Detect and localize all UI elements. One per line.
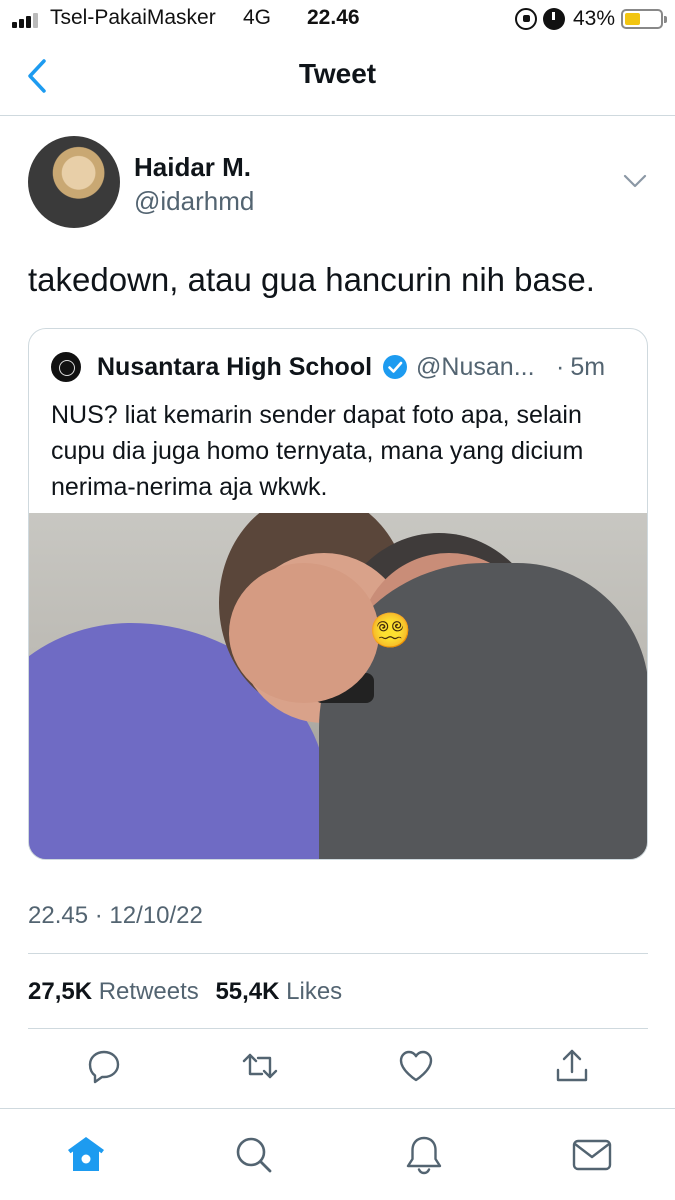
author-handle[interactable]: @idarhmd <box>134 186 254 217</box>
signal-strength-icon <box>12 12 42 28</box>
messages-icon <box>572 1139 612 1171</box>
chevron-down-icon <box>623 174 647 188</box>
alarm-icon <box>542 8 565 30</box>
share-button[interactable] <box>552 1046 592 1086</box>
reply-button[interactable] <box>84 1046 124 1086</box>
likes-label[interactable]: Likes <box>286 978 342 1005</box>
tweet-author: Haidar M. @idarhmd <box>28 136 648 230</box>
divider <box>28 1028 648 1029</box>
quoted-tweet-card[interactable]: Nusantara High School @Nusan... · 5m NUS… <box>28 328 648 860</box>
tab-messages[interactable] <box>570 1133 614 1177</box>
author-display-name[interactable]: Haidar M. <box>134 152 251 183</box>
quoted-tweet-text: NUS? liat kemarin sender dapat foto apa,… <box>51 401 584 501</box>
tweet-text: takedown, atau gua hancurin nih base. <box>28 261 595 298</box>
author-avatar[interactable] <box>28 136 120 228</box>
share-icon <box>556 1049 588 1082</box>
page-title: Tweet <box>298 58 377 89</box>
quoted-tweet-image[interactable]: 😵‍💫 <box>29 513 647 859</box>
tweet-stats: 27,5K Retweets 55,4K Likes <box>28 978 342 1006</box>
like-button[interactable] <box>396 1046 436 1086</box>
like-icon <box>399 1050 433 1082</box>
rotation-lock-icon <box>514 8 537 30</box>
network-type: 4G <box>243 6 272 29</box>
likes-count[interactable]: 55,4K <box>215 978 279 1005</box>
status-bar: Tsel-PakaiMasker 4G 22.46 43% <box>0 0 675 38</box>
quoted-author-avatar <box>51 352 81 382</box>
more-options-button[interactable] <box>622 168 648 194</box>
quoted-time: 5m <box>570 352 606 381</box>
navigation-header: Tweet <box>0 38 675 116</box>
retweets-count[interactable]: 27,5K <box>28 978 92 1005</box>
notifications-icon <box>406 1136 442 1175</box>
divider <box>28 953 648 954</box>
retweets-label[interactable]: Retweets <box>99 978 199 1005</box>
dizzy-face-emoji: 😵‍💫 <box>369 612 412 650</box>
tweet-actions <box>0 1046 675 1092</box>
home-icon <box>68 1137 104 1171</box>
battery-level <box>625 13 640 25</box>
quoted-author-name: Nusantara High School <box>97 352 373 381</box>
battery-icon <box>621 9 667 29</box>
quoted-tweet-header: Nusantara High School @Nusan... · 5m <box>51 351 629 383</box>
tab-notifications[interactable] <box>402 1133 446 1177</box>
quoted-author-handle: @Nusan... <box>416 352 535 381</box>
retweet-icon <box>242 1053 278 1079</box>
retweet-button[interactable] <box>240 1046 280 1086</box>
tweet-timestamp: 22.45 · 12/10/22 <box>28 902 203 929</box>
battery-percentage: 43% <box>572 7 615 30</box>
verified-badge-icon <box>383 355 408 379</box>
quoted-separator: · <box>556 352 565 381</box>
tab-search[interactable] <box>232 1133 276 1177</box>
status-indicators: 43% <box>514 6 667 32</box>
bottom-tab-bar <box>0 1108 675 1200</box>
tab-home[interactable] <box>64 1133 108 1177</box>
search-icon <box>236 1137 272 1173</box>
status-clock: 22.46 <box>307 6 360 29</box>
carrier-name: Tsel-PakaiMasker <box>50 6 216 29</box>
reply-icon <box>88 1050 120 1084</box>
